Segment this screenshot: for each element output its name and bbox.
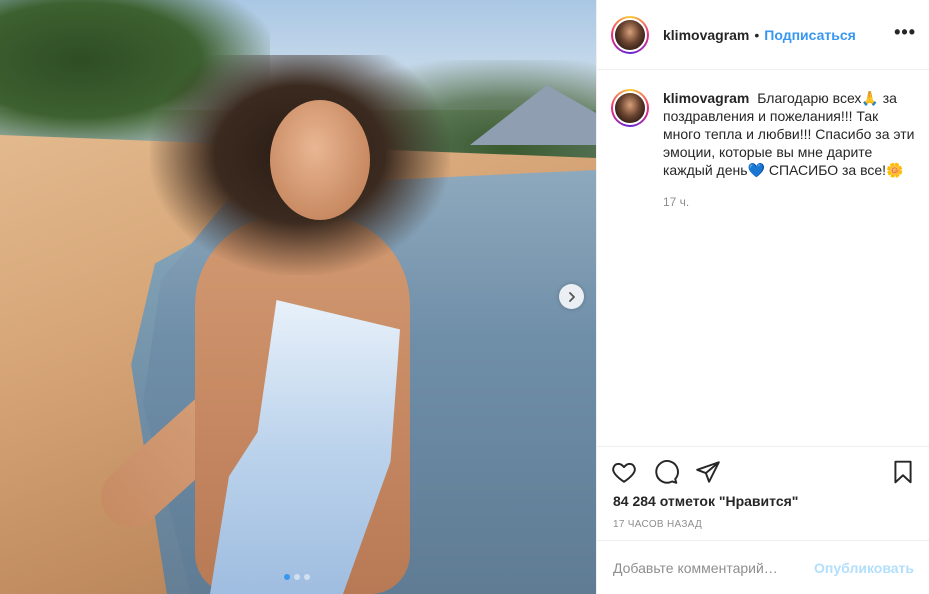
header-separator: • bbox=[754, 26, 760, 43]
caption-comment: klimovagram Благодарю всех🙏 за поздравле… bbox=[611, 89, 916, 211]
post-side-panel: klimovagram • Подписаться ••• klimovagra… bbox=[596, 0, 929, 594]
caption-time[interactable]: 17 ч. bbox=[663, 193, 916, 211]
paper-plane-icon[interactable] bbox=[695, 459, 721, 485]
carousel-dot bbox=[294, 574, 300, 580]
likes-count[interactable]: 84 284 отметок "Нравится" bbox=[613, 493, 798, 509]
carousel-dot bbox=[284, 574, 290, 580]
action-icons bbox=[611, 459, 721, 485]
bookmark-icon[interactable] bbox=[890, 459, 916, 485]
comment-input[interactable] bbox=[613, 559, 815, 576]
chevron-right-icon bbox=[568, 291, 575, 302]
photo-person-face bbox=[270, 100, 370, 220]
avatar-image bbox=[613, 17, 647, 52]
caption-body: klimovagram Благодарю всех🙏 за поздравле… bbox=[663, 89, 916, 211]
comment-icon[interactable] bbox=[653, 459, 679, 485]
post-comment-button[interactable]: Опубликовать bbox=[814, 560, 914, 576]
add-comment-bar: Опубликовать bbox=[597, 540, 929, 594]
caption-avatar[interactable] bbox=[611, 89, 649, 127]
more-options-icon[interactable]: ••• bbox=[894, 22, 916, 43]
post-actions: 84 284 отметок "Нравится" 17 часов назад bbox=[597, 446, 929, 546]
heart-icon[interactable] bbox=[611, 459, 637, 485]
post-timestamp[interactable]: 17 часов назад bbox=[613, 519, 702, 530]
carousel-next-button[interactable] bbox=[559, 284, 584, 309]
header-username[interactable]: klimovagram bbox=[663, 27, 749, 43]
carousel-dot bbox=[304, 574, 310, 580]
follow-button[interactable]: Подписаться bbox=[764, 27, 856, 43]
post-photo[interactable] bbox=[0, 0, 596, 594]
post-header: klimovagram • Подписаться ••• bbox=[597, 0, 929, 70]
carousel-indicator bbox=[284, 574, 310, 580]
avatar[interactable] bbox=[611, 15, 649, 54]
caption-username[interactable]: klimovagram bbox=[663, 90, 749, 106]
avatar-image bbox=[613, 91, 647, 125]
